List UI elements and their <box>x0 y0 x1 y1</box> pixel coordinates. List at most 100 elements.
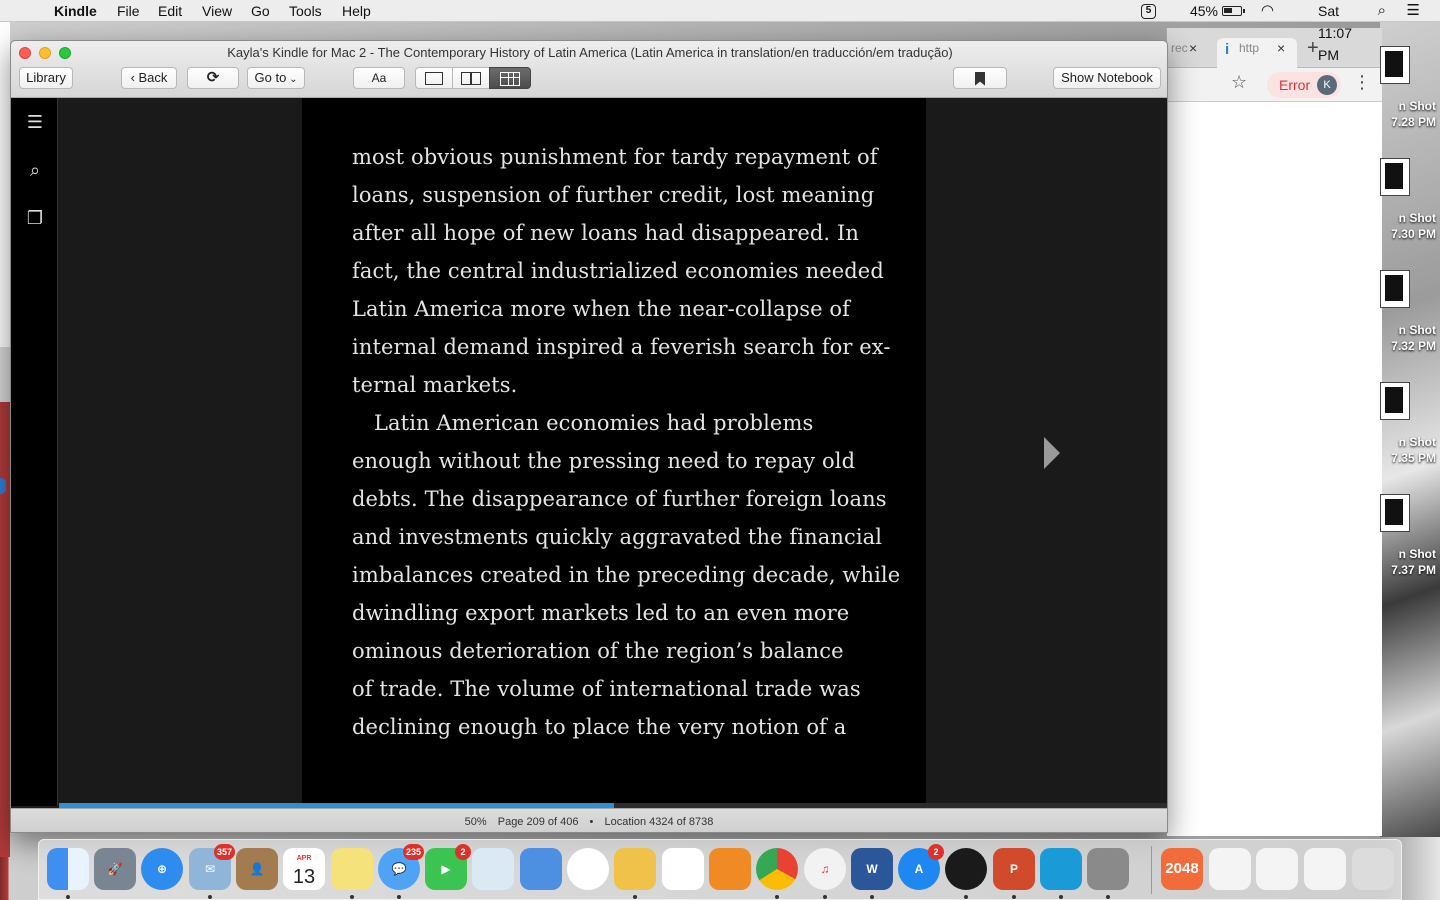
desktop-file[interactable]: n Shot 7.28 PM <box>1380 40 1440 152</box>
safari-icon[interactable]: ⊕ <box>141 848 183 890</box>
app-store-icon[interactable]: A2 <box>898 844 944 890</box>
browser-toolbar: ☆ Error K ⋮ <box>1167 68 1382 102</box>
preview-icon[interactable] <box>472 848 514 890</box>
chevron-left-icon: ‹ <box>130 70 139 85</box>
menu-tools[interactable]: Tools <box>289 0 322 22</box>
menu-file[interactable]: File <box>117 0 140 22</box>
two-column-view-button[interactable] <box>452 67 490 89</box>
chrome-icon[interactable] <box>756 848 798 890</box>
photos-icon[interactable] <box>567 848 609 890</box>
bookmark-icon <box>975 71 985 86</box>
contacts-icon[interactable]: 👤 <box>236 848 278 890</box>
goto-button[interactable]: Go to ⌄ <box>247 67 305 89</box>
browser-tab-active[interactable]: i http × <box>1217 38 1297 68</box>
text-line: declining enough to place the very notio… <box>352 715 847 739</box>
pages-icon[interactable] <box>614 848 656 890</box>
font-settings-button[interactable]: Aa <box>353 67 405 89</box>
wifi-icon[interactable]: ◠ <box>1261 0 1274 22</box>
ibooks-icon[interactable] <box>709 848 751 890</box>
battery-icon[interactable] <box>1222 6 1245 16</box>
status-bar: 50% Page 209 of 406 • Location 4324 of 8… <box>11 808 1167 832</box>
launchpad-icon[interactable]: 🚀 <box>94 848 136 890</box>
close-icon[interactable]: × <box>1277 38 1285 58</box>
notification-center-icon[interactable]: ☰ <box>1407 0 1420 22</box>
calendar-icon[interactable]: APR 13 <box>283 848 325 890</box>
grid-view-button[interactable] <box>489 67 531 89</box>
clock[interactable]: Sat 11:07 PM <box>1318 0 1352 66</box>
book-page: most obvious punishment for tardy repaym… <box>302 98 926 806</box>
bookmark-button[interactable] <box>953 67 1007 89</box>
text-line: imbalances created in the preceding deca… <box>352 563 901 587</box>
text-line: Latin America more when the near-collaps… <box>352 297 851 321</box>
itunes-icon[interactable]: ♫ <box>804 848 846 890</box>
bookmark-star-icon[interactable]: ☆ <box>1231 72 1247 93</box>
keynote-icon[interactable] <box>520 848 562 890</box>
mail-icon[interactable]: ✉ 357 <box>189 844 235 890</box>
file-thumbnail <box>1380 270 1410 308</box>
game-2048-icon[interactable]: 2048 <box>1161 848 1203 890</box>
background-window-edge <box>0 22 10 857</box>
finder-icon[interactable] <box>47 848 89 890</box>
grid-icon <box>500 71 520 86</box>
text-line: loans, suspension of further credit, los… <box>352 183 875 207</box>
facetime-icon[interactable]: ▶ 2 <box>425 844 471 890</box>
back-button[interactable]: ‹ Back <box>121 67 177 89</box>
camera-app-icon[interactable] <box>945 848 987 890</box>
desktop-file[interactable]: n Shot 7.37 PM <box>1380 488 1440 600</box>
document-stack-icon[interactable] <box>1209 848 1251 890</box>
info-icon: i <box>1225 41 1230 58</box>
flashcards-icon[interactable]: ❐ <box>23 206 47 230</box>
file-thumbnail <box>1380 494 1410 532</box>
new-tab-button[interactable]: + <box>1307 38 1319 58</box>
desktop-file[interactable]: n Shot 7.30 PM <box>1380 152 1440 264</box>
page-text: most obvious punishment for tardy repaym… <box>352 138 901 746</box>
spotlight-search-icon[interactable]: ⌕ <box>1378 0 1386 22</box>
trash-icon[interactable] <box>1352 848 1394 890</box>
document-stack-icon[interactable] <box>1304 848 1346 890</box>
library-button[interactable]: Library <box>19 67 73 89</box>
messages-icon[interactable]: 💬 235 <box>378 844 424 890</box>
reading-area: most obvious punishment for tardy repaym… <box>59 98 1167 806</box>
single-column-view-button[interactable] <box>415 67 453 89</box>
menu-help[interactable]: Help <box>342 0 371 22</box>
battery-percent[interactable]: 45% <box>1190 0 1218 22</box>
single-column-icon <box>425 72 443 86</box>
file-thumbnail <box>1380 382 1410 420</box>
dock: 🚀 ⊕ ✉ 357 👤 APR 13 💬 235 ▶ 2 ♫ W A2 P 2048 <box>38 839 1402 900</box>
table-of-contents-icon[interactable]: ☰ <box>23 110 47 134</box>
menu-edit[interactable]: Edit <box>158 0 182 22</box>
next-page-arrow-icon[interactable] <box>1044 437 1060 469</box>
sync-button[interactable]: ⟳ <box>187 67 239 89</box>
browser-tab[interactable]: rec × <box>1167 38 1211 68</box>
more-menu-icon[interactable]: ⋮ <box>1353 72 1371 93</box>
text-line: ternal markets. <box>352 373 518 397</box>
show-notebook-button[interactable]: Show Notebook <box>1053 67 1161 89</box>
facetime-badge: 2 <box>455 844 471 860</box>
numbers-icon[interactable] <box>662 848 704 890</box>
desktop-file[interactable]: n Shot 7.32 PM <box>1380 264 1440 376</box>
status-app-icon[interactable]: 5 <box>1141 4 1156 19</box>
close-icon[interactable]: × <box>1189 38 1197 58</box>
file-thumbnail <box>1380 158 1410 196</box>
word-icon[interactable]: W <box>851 848 893 890</box>
menu-go[interactable]: Go <box>251 0 270 22</box>
printer-icon[interactable] <box>1087 848 1129 890</box>
kindle-icon[interactable] <box>1040 848 1082 890</box>
menu-app[interactable]: Kindle <box>54 0 97 22</box>
location-indicator: Location 4324 of 8738 <box>604 816 714 828</box>
powerpoint-icon[interactable]: P <box>993 848 1035 890</box>
text-line: internal demand inspired a feverish sear… <box>352 335 891 359</box>
two-column-icon <box>461 72 481 86</box>
document-stack-icon[interactable] <box>1256 848 1298 890</box>
chevron-down-icon: ⌄ <box>286 74 298 85</box>
desktop-file[interactable]: n Shot 7.35 PM <box>1380 376 1440 488</box>
text-line: Latin American economies had problems <box>374 411 814 435</box>
profile-error-chip[interactable]: Error K <box>1267 72 1341 98</box>
notes-icon[interactable] <box>331 848 373 890</box>
reader-sidebar: ☰ ⌕ ❐ <box>11 98 58 806</box>
kindle-window: Kayla's Kindle for Mac 2 - The Contempor… <box>10 40 1168 833</box>
dock-separator <box>1151 846 1152 894</box>
search-icon[interactable]: ⌕ <box>23 158 47 182</box>
menu-bar: Kindle File Edit View Go Tools Help 5 45… <box>0 0 1440 63</box>
menu-view[interactable]: View <box>202 0 232 22</box>
